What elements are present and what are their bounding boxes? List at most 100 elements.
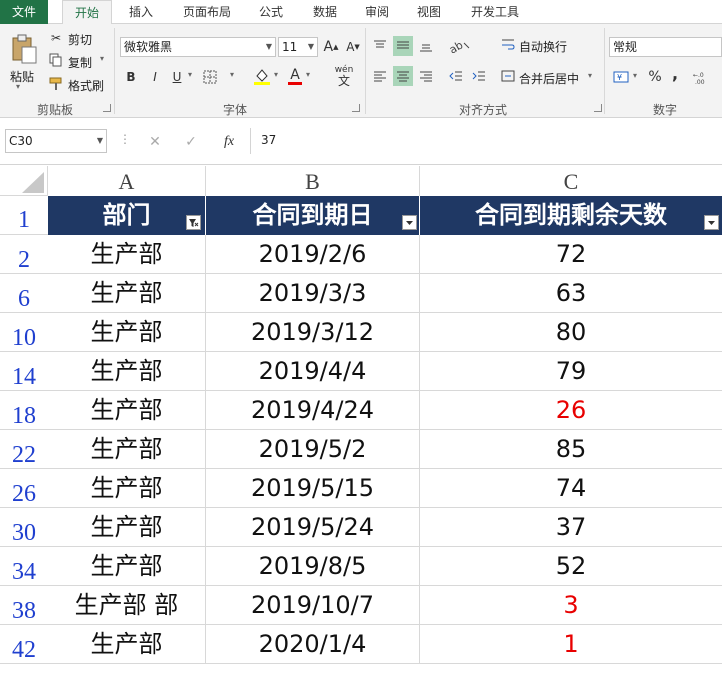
tab-view[interactable]: 视图 <box>406 0 452 24</box>
paste-icon[interactable] <box>8 32 40 66</box>
merge-dropdown-icon[interactable]: ▾ <box>588 71 592 80</box>
dept-cell[interactable]: 生产部 <box>48 391 206 430</box>
date-cell[interactable]: 2019/4/24 <box>206 391 420 430</box>
date-cell[interactable]: 2019/5/2 <box>206 430 420 469</box>
row-header[interactable]: 14 <box>0 352 48 391</box>
dept-cell[interactable]: 生产部 <box>48 547 206 586</box>
copy-button[interactable]: 复制 <box>68 54 92 71</box>
row-header[interactable]: 6 <box>0 274 48 313</box>
dept-cell[interactable]: 生产部 <box>48 430 206 469</box>
days-cell[interactable]: 79 <box>420 352 722 391</box>
underline-button[interactable]: U <box>168 68 186 86</box>
borders-dropdown-icon[interactable]: ▾ <box>230 70 234 79</box>
orientation-icon[interactable]: ab <box>446 36 472 56</box>
days-cell[interactable]: 72 <box>420 235 722 274</box>
dept-cell[interactable]: 生产部 <box>48 352 206 391</box>
increase-font-icon[interactable]: A ▲ <box>322 38 340 56</box>
clipboard-launcher-icon[interactable] <box>103 104 111 112</box>
days-cell[interactable]: 80 <box>420 313 722 352</box>
column-header-b[interactable]: B <box>206 166 420 196</box>
align-middle-icon[interactable] <box>393 36 413 56</box>
fill-color-icon[interactable] <box>252 66 272 86</box>
merge-center-button[interactable]: 合并后居中 <box>519 70 579 87</box>
align-right-icon[interactable] <box>416 66 436 86</box>
merge-center-icon[interactable] <box>500 68 516 84</box>
dept-cell[interactable]: 生产部 部 <box>48 586 206 625</box>
increase-decimal-icon[interactable]: ←.0.00 <box>692 68 718 86</box>
borders-icon[interactable] <box>200 68 220 86</box>
select-all-corner[interactable] <box>0 166 48 196</box>
copy-icon[interactable] <box>48 52 64 68</box>
percent-button[interactable]: % <box>646 68 664 86</box>
days-cell[interactable]: 74 <box>420 469 722 508</box>
format-painter-button[interactable]: 格式刷 <box>68 77 104 94</box>
row-header[interactable]: 2 <box>0 235 48 274</box>
row-header[interactable]: 38 <box>0 586 48 625</box>
wrap-text-button[interactable]: 自动换行 <box>519 38 567 55</box>
tab-review[interactable]: 审阅 <box>354 0 400 24</box>
date-cell[interactable]: 2019/5/24 <box>206 508 420 547</box>
header-cell-days[interactable]: 合同到期剩余天数 <box>420 196 722 235</box>
date-cell[interactable]: 2019/4/4 <box>206 352 420 391</box>
dept-cell[interactable]: 生产部 <box>48 274 206 313</box>
filter-dropdown-icon[interactable] <box>402 215 417 230</box>
enter-icon[interactable]: ✓ <box>176 131 206 153</box>
insert-function-button[interactable]: fx <box>214 131 244 153</box>
cut-icon[interactable]: ✂ <box>48 30 64 46</box>
row-header[interactable]: 30 <box>0 508 48 547</box>
date-cell[interactable]: 2019/2/6 <box>206 235 420 274</box>
cut-button[interactable]: 剪切 <box>68 31 92 48</box>
days-cell[interactable]: 52 <box>420 547 722 586</box>
header-cell-dept[interactable]: 部门 <box>48 196 206 235</box>
row-header-1[interactable]: 1 <box>0 196 48 235</box>
phonetic-icon[interactable]: wén 文 <box>330 64 358 88</box>
column-header-c[interactable]: C <box>420 166 722 196</box>
fill-dropdown-icon[interactable]: ▾ <box>274 70 278 79</box>
font-size-select[interactable]: 11 ▼ <box>278 37 318 57</box>
tab-home[interactable]: 开始 <box>62 0 112 25</box>
days-cell[interactable]: 85 <box>420 430 722 469</box>
days-cell[interactable]: 1 <box>420 625 722 664</box>
accounting-icon[interactable]: ¥ <box>612 68 632 86</box>
format-painter-icon[interactable] <box>48 76 64 92</box>
align-left-icon[interactable] <box>370 66 390 86</box>
days-cell[interactable]: 37 <box>420 508 722 547</box>
wrap-text-icon[interactable] <box>500 37 516 53</box>
filter-active-icon[interactable] <box>186 215 201 230</box>
alignment-launcher-icon[interactable] <box>594 104 602 112</box>
tab-file[interactable]: 文件 <box>0 0 48 24</box>
date-cell[interactable]: 2020/1/4 <box>206 625 420 664</box>
font-color-icon[interactable]: A <box>286 66 304 86</box>
italic-button[interactable]: I <box>146 68 164 86</box>
tab-page-layout[interactable]: 页面布局 <box>172 0 242 24</box>
days-cell[interactable]: 63 <box>420 274 722 313</box>
dept-cell[interactable]: 生产部 <box>48 625 206 664</box>
dept-cell[interactable]: 生产部 <box>48 235 206 274</box>
filter-dropdown-icon[interactable] <box>704 215 719 230</box>
tab-data[interactable]: 数据 <box>302 0 348 24</box>
copy-dropdown-icon[interactable]: ▾ <box>100 54 104 63</box>
increase-indent-icon[interactable] <box>469 66 489 86</box>
row-header[interactable]: 10 <box>0 313 48 352</box>
tab-insert[interactable]: 插入 <box>118 0 164 24</box>
font-color-dropdown-icon[interactable]: ▾ <box>306 70 310 79</box>
column-header-a[interactable]: A <box>48 166 206 196</box>
font-launcher-icon[interactable] <box>352 104 360 112</box>
header-cell-date[interactable]: 合同到期日 <box>206 196 420 235</box>
formula-input[interactable]: 37 <box>250 128 722 154</box>
underline-dropdown-icon[interactable]: ▾ <box>188 70 192 79</box>
font-name-select[interactable]: 微软雅黑 ▼ <box>120 37 276 57</box>
row-header[interactable]: 34 <box>0 547 48 586</box>
date-cell[interactable]: 2019/5/15 <box>206 469 420 508</box>
name-box[interactable]: C30 ▼ <box>5 129 107 153</box>
row-header[interactable]: 18 <box>0 391 48 430</box>
row-header[interactable]: 42 <box>0 625 48 664</box>
date-cell[interactable]: 2019/3/3 <box>206 274 420 313</box>
date-cell[interactable]: 2019/8/5 <box>206 547 420 586</box>
cancel-icon[interactable]: ✕ <box>140 131 170 153</box>
days-cell[interactable]: 26 <box>420 391 722 430</box>
align-center-icon[interactable] <box>393 66 413 86</box>
paste-dropdown-icon[interactable]: ▾ <box>16 82 20 91</box>
decrease-indent-icon[interactable] <box>446 66 466 86</box>
align-top-icon[interactable] <box>370 36 390 56</box>
